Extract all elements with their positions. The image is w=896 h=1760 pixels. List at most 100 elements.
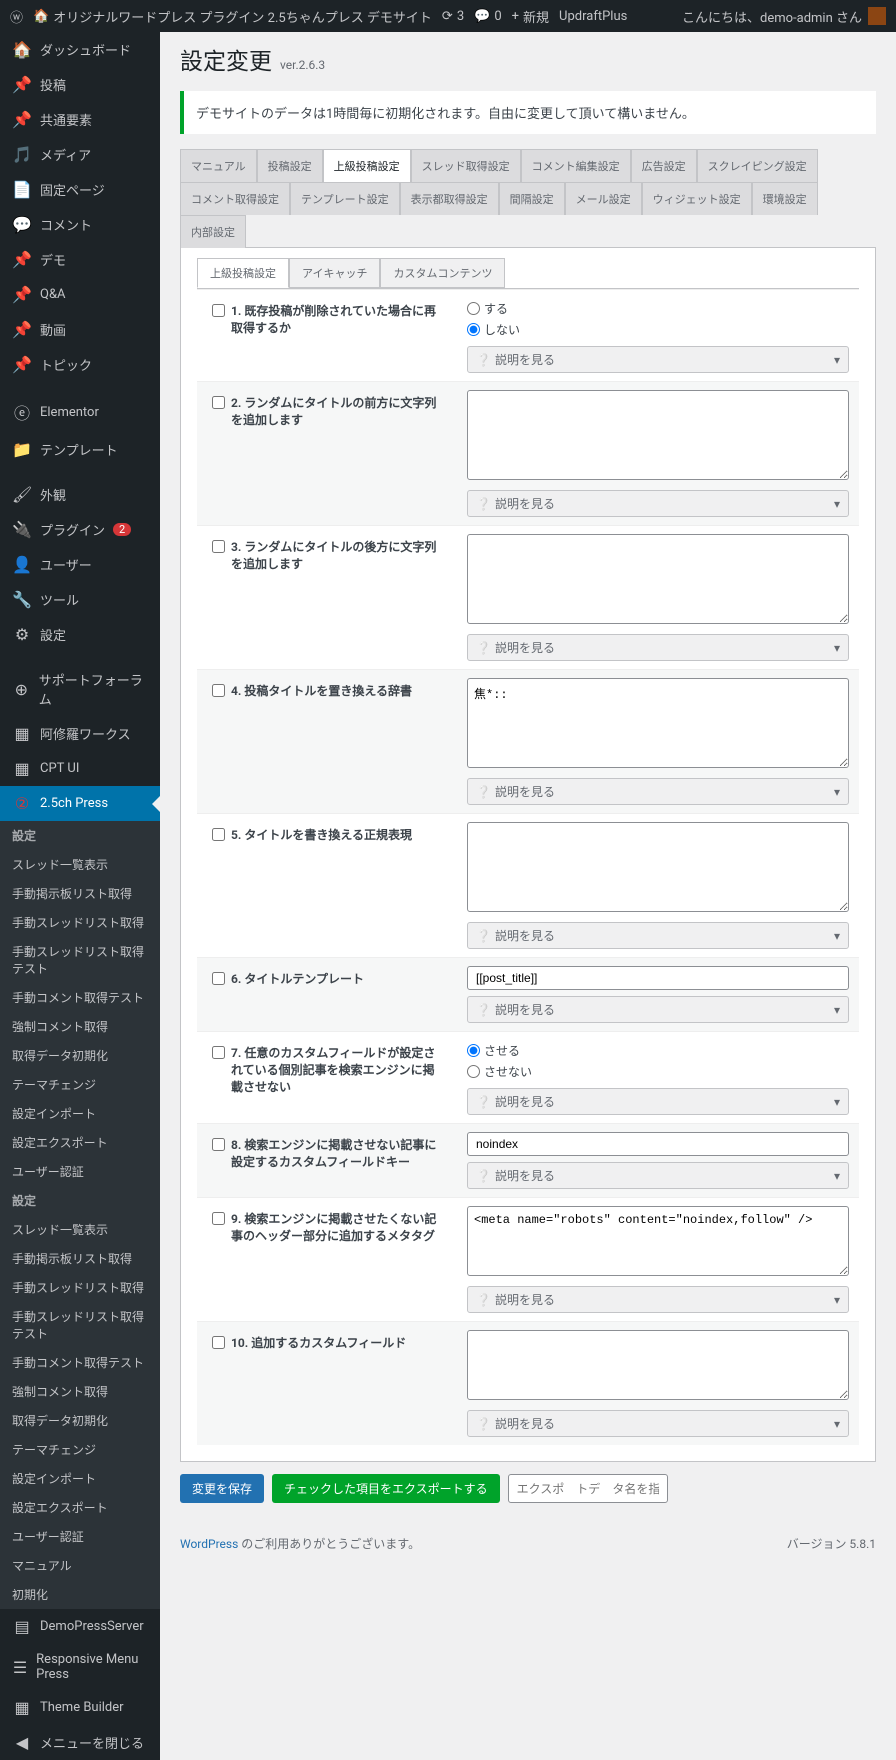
setting-7-opt1[interactable]: させる: [467, 1042, 520, 1059]
submenu-data-init[interactable]: 取得データ初期化: [0, 1041, 160, 1070]
submenu-board-fetch2[interactable]: 手動掲示板リスト取得: [0, 1244, 160, 1273]
main-tab-14[interactable]: 内部設定: [180, 215, 246, 248]
setting-3-checkbox[interactable]: [212, 540, 225, 553]
setting-4-textarea[interactable]: [467, 678, 849, 768]
menu-support[interactable]: ⊕サポートフォーラム: [0, 662, 160, 716]
setting-2-textarea[interactable]: [467, 390, 849, 480]
help-toggle-1[interactable]: ❔説明を見る▾: [467, 346, 849, 373]
new-link[interactable]: + 新規: [512, 7, 549, 26]
submenu-thread-list[interactable]: スレッド一覧表示: [0, 850, 160, 879]
inner-tab-0[interactable]: 上級投稿設定: [197, 258, 289, 288]
help-toggle-4[interactable]: ❔説明を見る▾: [467, 778, 849, 805]
main-tab-7[interactable]: コメント取得設定: [180, 182, 290, 215]
setting-2-checkbox[interactable]: [212, 396, 225, 409]
export-button[interactable]: チェックした項目をエクスポートする: [272, 1474, 500, 1503]
submenu-force-comment[interactable]: 強制コメント取得: [0, 1012, 160, 1041]
submenu-import[interactable]: 設定インポート: [0, 1099, 160, 1128]
menu-video[interactable]: 📌動画: [0, 312, 160, 347]
submenu-export[interactable]: 設定エクスポート: [0, 1128, 160, 1157]
avatar[interactable]: [868, 7, 886, 25]
main-tab-8[interactable]: テンプレート設定: [290, 182, 400, 215]
setting-1-opt2[interactable]: しない: [467, 321, 520, 338]
menu-demo[interactable]: 📌デモ: [0, 242, 160, 277]
setting-4-checkbox[interactable]: [212, 684, 225, 697]
setting-8-checkbox[interactable]: [212, 1138, 225, 1151]
submenu-comment-fetch-test2[interactable]: 手動コメント取得テスト: [0, 1348, 160, 1377]
menu-settings[interactable]: ⚙設定: [0, 617, 160, 652]
main-tab-12[interactable]: ウィジェット設定: [642, 182, 752, 215]
menu-25ch[interactable]: ②2.5ch Press: [0, 786, 160, 821]
main-tab-11[interactable]: メール設定: [565, 182, 642, 215]
menu-users[interactable]: 👤ユーザー: [0, 547, 160, 582]
menu-dashboard[interactable]: 🏠ダッシュボード: [0, 32, 160, 67]
wp-logo-icon[interactable]: ⓦ: [10, 7, 23, 26]
submenu-thread-fetch[interactable]: 手動スレッドリスト取得: [0, 908, 160, 937]
setting-1-opt1[interactable]: する: [467, 300, 508, 317]
submenu-thread-list2[interactable]: スレッド一覧表示: [0, 1215, 160, 1244]
greeting[interactable]: こんにちは、demo-admin さん: [682, 7, 862, 26]
main-tab-2[interactable]: 上級投稿設定: [323, 149, 411, 182]
help-toggle-8[interactable]: ❔説明を見る▾: [467, 1162, 849, 1189]
setting-3-textarea[interactable]: [467, 534, 849, 624]
submenu-heading-settei[interactable]: 設定: [0, 821, 160, 850]
inner-tab-2[interactable]: カスタムコンテンツ: [380, 258, 505, 288]
menu-shared[interactable]: 📌共通要素: [0, 102, 160, 137]
menu-ashura[interactable]: ▦阿修羅ワークス: [0, 716, 160, 751]
inner-tab-1[interactable]: アイキャッチ: [289, 258, 380, 288]
export-name-input[interactable]: [508, 1474, 668, 1503]
menu-pages[interactable]: 📄固定ページ: [0, 172, 160, 207]
help-toggle-5[interactable]: ❔説明を見る▾: [467, 922, 849, 949]
save-button[interactable]: 変更を保存: [180, 1474, 264, 1503]
submenu-init[interactable]: 初期化: [0, 1580, 160, 1609]
wordpress-link[interactable]: WordPress: [180, 1537, 238, 1551]
menu-elementor[interactable]: ⓔElementor: [0, 392, 160, 432]
menu-qa[interactable]: 📌Q&A: [0, 277, 160, 312]
submenu-thread-fetch-test[interactable]: 手動スレッドリスト取得テスト: [0, 937, 160, 983]
setting-6-checkbox[interactable]: [212, 972, 225, 985]
submenu-data-init2[interactable]: 取得データ初期化: [0, 1406, 160, 1435]
menu-collapse[interactable]: ◀メニューを閉じる: [0, 1725, 160, 1760]
submenu-force-comment2[interactable]: 強制コメント取得: [0, 1377, 160, 1406]
menu-appearance[interactable]: 🖌外観: [0, 477, 160, 512]
submenu-thread-fetch2[interactable]: 手動スレッドリスト取得: [0, 1273, 160, 1302]
menu-demopress[interactable]: ▤DemoPressServer: [0, 1609, 160, 1644]
setting-6-input[interactable]: [467, 966, 849, 990]
setting-7-checkbox[interactable]: [212, 1046, 225, 1059]
submenu-thread-fetch-test2[interactable]: 手動スレッドリスト取得テスト: [0, 1302, 160, 1348]
submenu-comment-fetch-test[interactable]: 手動コメント取得テスト: [0, 983, 160, 1012]
menu-themebuilder[interactable]: ▦Theme Builder: [0, 1690, 160, 1725]
help-toggle-6[interactable]: ❔説明を見る▾: [467, 996, 849, 1023]
updates-icon[interactable]: ⟳ 3: [442, 9, 464, 24]
site-link[interactable]: 🏠 オリジナルワードプレス プラグイン 2.5ちゃんプレス デモサイト: [33, 7, 432, 26]
main-tab-1[interactable]: 投稿設定: [257, 149, 323, 182]
submenu-board-fetch[interactable]: 手動掲示板リスト取得: [0, 879, 160, 908]
setting-9-checkbox[interactable]: [212, 1212, 225, 1225]
main-tab-10[interactable]: 間隔設定: [499, 182, 565, 215]
menu-posts[interactable]: 📌投稿: [0, 67, 160, 102]
menu-plugins[interactable]: 🔌プラグイン 2: [0, 512, 160, 547]
setting-5-checkbox[interactable]: [212, 828, 225, 841]
updraft-link[interactable]: UpdraftPlus: [559, 9, 627, 24]
main-tab-13[interactable]: 環境設定: [752, 182, 818, 215]
submenu-export2[interactable]: 設定エクスポート: [0, 1493, 160, 1522]
main-tab-3[interactable]: スレッド取得設定: [411, 149, 521, 182]
menu-template[interactable]: 📁テンプレート: [0, 432, 160, 467]
main-tab-6[interactable]: スクレイピング設定: [697, 149, 818, 182]
submenu-theme-change2[interactable]: テーマチェンジ: [0, 1435, 160, 1464]
help-toggle-2[interactable]: ❔説明を見る▾: [467, 490, 849, 517]
menu-responsive[interactable]: ☰Responsive Menu Press: [0, 1644, 160, 1690]
help-toggle-9[interactable]: ❔説明を見る▾: [467, 1286, 849, 1313]
submenu-theme-change[interactable]: テーマチェンジ: [0, 1070, 160, 1099]
setting-8-input[interactable]: [467, 1132, 849, 1156]
main-tab-0[interactable]: マニュアル: [180, 149, 257, 182]
help-toggle-3[interactable]: ❔説明を見る▾: [467, 634, 849, 661]
comments-icon[interactable]: 💬 0: [474, 9, 502, 24]
submenu-heading-settei2[interactable]: 設定: [0, 1186, 160, 1215]
help-toggle-7[interactable]: ❔説明を見る▾: [467, 1088, 849, 1115]
submenu-auth2[interactable]: ユーザー認証: [0, 1522, 160, 1551]
setting-1-checkbox[interactable]: [212, 304, 225, 317]
menu-tools[interactable]: 🔧ツール: [0, 582, 160, 617]
menu-topic[interactable]: 📌トピック: [0, 347, 160, 382]
submenu-import2[interactable]: 設定インポート: [0, 1464, 160, 1493]
menu-media[interactable]: 🎵メディア: [0, 137, 160, 172]
